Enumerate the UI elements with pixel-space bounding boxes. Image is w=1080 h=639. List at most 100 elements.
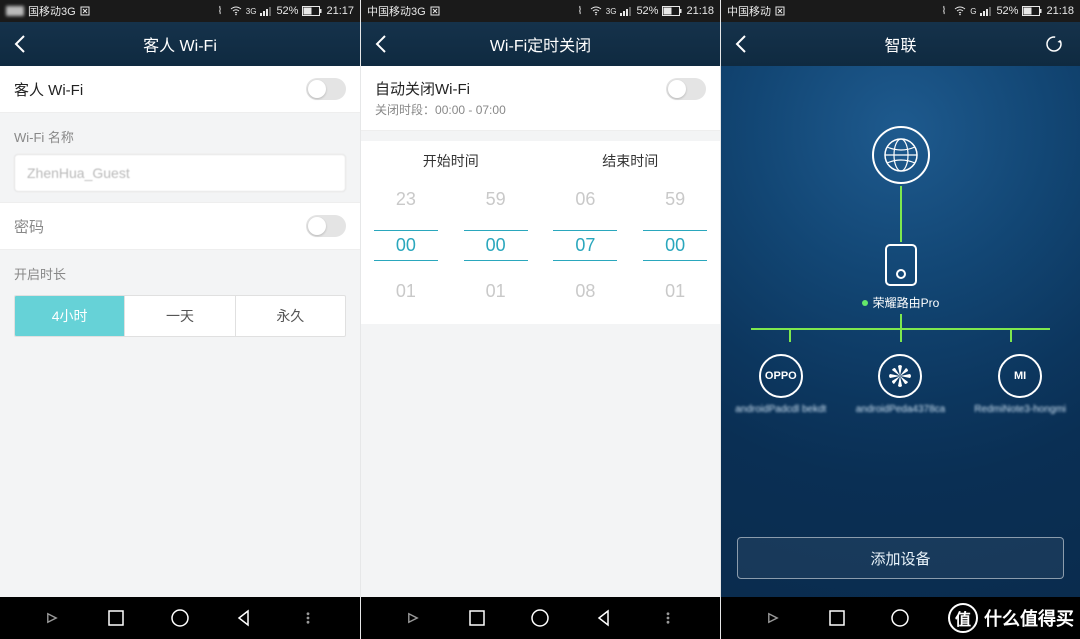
- back-button[interactable]: [0, 22, 40, 66]
- header: 客人 Wi-Fi: [0, 22, 360, 66]
- nav-voice[interactable]: [40, 606, 64, 630]
- screen-wifi-timer: 中国移动3G 3G 52% 21:18 Wi-Fi定时关闭 自动关: [360, 0, 720, 639]
- guest-wifi-toggle[interactable]: [306, 78, 346, 100]
- clock: 21:18: [1046, 5, 1074, 17]
- watermark-text: 什么值得买: [984, 605, 1074, 631]
- header: Wi-Fi定时关闭: [361, 22, 720, 66]
- auto-close-toggle[interactable]: [666, 78, 706, 100]
- wheel-prev: 59: [464, 185, 528, 214]
- watermark: 值 什么值得买: [948, 603, 1074, 633]
- link-line: [900, 314, 902, 328]
- device-badge: [878, 354, 922, 398]
- start-hour-wheel[interactable]: 23 00 01: [361, 177, 451, 314]
- duration-1day[interactable]: 一天: [124, 296, 234, 336]
- auto-close-sub: 关闭时段：00:00 - 07:00: [375, 101, 506, 118]
- status-bar: 中国移动 G 52% 21:18: [721, 0, 1080, 22]
- router-node[interactable]: [885, 244, 917, 286]
- clock: 21:18: [686, 5, 714, 17]
- vibrate-icon: [574, 5, 586, 17]
- carrier-blur: [6, 6, 24, 16]
- device-badge: OPPO: [759, 354, 803, 398]
- end-minute-wheel[interactable]: 59 00 01: [630, 177, 720, 314]
- wheel-selected: 00: [464, 230, 528, 261]
- status-bar: 中国移动3G 3G 52% 21:18: [361, 0, 720, 22]
- carrier-label: 中国移动3G: [367, 3, 426, 19]
- clock: 21:17: [326, 5, 354, 17]
- battery-percent: 52%: [996, 5, 1018, 17]
- nav-home[interactable]: [888, 606, 912, 630]
- router-label: 荣耀路由Pro: [721, 294, 1080, 311]
- nav-home[interactable]: [168, 606, 192, 630]
- nav-menu[interactable]: [296, 606, 320, 630]
- wheel-next: 08: [553, 277, 617, 306]
- globe-icon: [881, 135, 921, 175]
- nav-recent[interactable]: [825, 606, 849, 630]
- topology-view: 荣耀路由Pro OPPO androidPadcdl bekdt: [721, 66, 1080, 597]
- password-toggle[interactable]: [306, 215, 346, 237]
- device-huawei[interactable]: androidPeda4378ca: [850, 354, 950, 415]
- refresh-button[interactable]: [1034, 22, 1074, 66]
- wheel-selected: 00: [643, 230, 707, 261]
- nav-back[interactable]: [232, 606, 256, 630]
- link-line: [1010, 328, 1012, 342]
- end-hour-wheel[interactable]: 06 07 08: [541, 177, 631, 314]
- end-time-header: 结束时间: [541, 151, 721, 171]
- device-list: OPPO androidPadcdl bekdt: [721, 354, 1080, 415]
- page-title: 客人 Wi-Fi: [0, 32, 360, 56]
- nav-home[interactable]: [528, 606, 552, 630]
- link-line: [789, 328, 791, 342]
- nav-recent[interactable]: [104, 606, 128, 630]
- device-oppo[interactable]: OPPO androidPadcdl bekdt: [731, 354, 831, 415]
- link-line: [900, 186, 902, 242]
- start-minute-wheel[interactable]: 59 00 01: [451, 177, 541, 314]
- duration-4h[interactable]: 4小时: [15, 296, 124, 336]
- content: 客人 Wi-Fi Wi-Fi 名称 ZhenHua_Guest 密码 开启时长 …: [0, 66, 360, 597]
- device-name: androidPeda4378ca: [856, 404, 946, 415]
- battery-percent: 52%: [636, 5, 658, 17]
- wifi-name-section-label: Wi-Fi 名称: [0, 113, 360, 154]
- link-line: [900, 328, 902, 342]
- nav-voice[interactable]: [401, 606, 425, 630]
- wheel-prev: 06: [553, 185, 617, 214]
- auto-close-sub-prefix: 关闭时段：: [375, 103, 435, 117]
- duration-section-label: 开启时长: [0, 250, 360, 291]
- duration-segmented: 4小时 一天 永久: [14, 295, 346, 337]
- battery-icon: [1022, 6, 1042, 16]
- auto-close-row[interactable]: 自动关闭Wi-Fi 关闭时段：00:00 - 07:00: [361, 66, 720, 131]
- start-time-header: 开始时间: [361, 151, 541, 171]
- back-button[interactable]: [721, 22, 761, 66]
- chevron-left-icon: [13, 34, 27, 54]
- wheel-selected: 07: [553, 230, 617, 261]
- wifi-name-input[interactable]: ZhenHua_Guest: [14, 154, 346, 192]
- signal-icon: [260, 6, 272, 16]
- wheel-selected: 00: [374, 230, 438, 261]
- content: 自动关闭Wi-Fi 关闭时段：00:00 - 07:00 开始时间 结束时间 2…: [361, 66, 720, 597]
- end-time-col: 06 07 08 59 00 01: [541, 177, 721, 314]
- android-nav-bar: [361, 597, 720, 639]
- sim-icon: [80, 6, 90, 16]
- back-button[interactable]: [361, 22, 401, 66]
- signal-icon: [980, 6, 992, 16]
- wifi-icon: [954, 6, 966, 16]
- vibrate-icon: [214, 5, 226, 17]
- carrier-label: 国移动3G: [28, 3, 76, 19]
- battery-percent: 52%: [276, 5, 298, 17]
- sim-icon: [430, 6, 440, 16]
- nav-back[interactable]: [592, 606, 616, 630]
- password-row[interactable]: 密码: [0, 202, 360, 250]
- device-mi[interactable]: MI RedmiNote3-hongmi: [970, 354, 1070, 415]
- nav-menu[interactable]: [656, 606, 680, 630]
- page-title: Wi-Fi定时关闭: [361, 32, 720, 56]
- chevron-left-icon: [374, 34, 388, 54]
- add-device-button[interactable]: 添加设备: [737, 537, 1064, 579]
- guest-wifi-row[interactable]: 客人 Wi-Fi: [0, 66, 360, 113]
- battery-icon: [662, 6, 682, 16]
- network-type: 3G: [246, 7, 257, 16]
- nav-voice[interactable]: [761, 606, 785, 630]
- duration-forever[interactable]: 永久: [235, 296, 345, 336]
- nav-recent[interactable]: [465, 606, 489, 630]
- wifi-icon: [230, 6, 242, 16]
- android-nav-bar: [0, 597, 360, 639]
- time-picker[interactable]: 23 00 01 59 00 01 06 07 08: [361, 177, 720, 324]
- internet-node[interactable]: [872, 126, 930, 184]
